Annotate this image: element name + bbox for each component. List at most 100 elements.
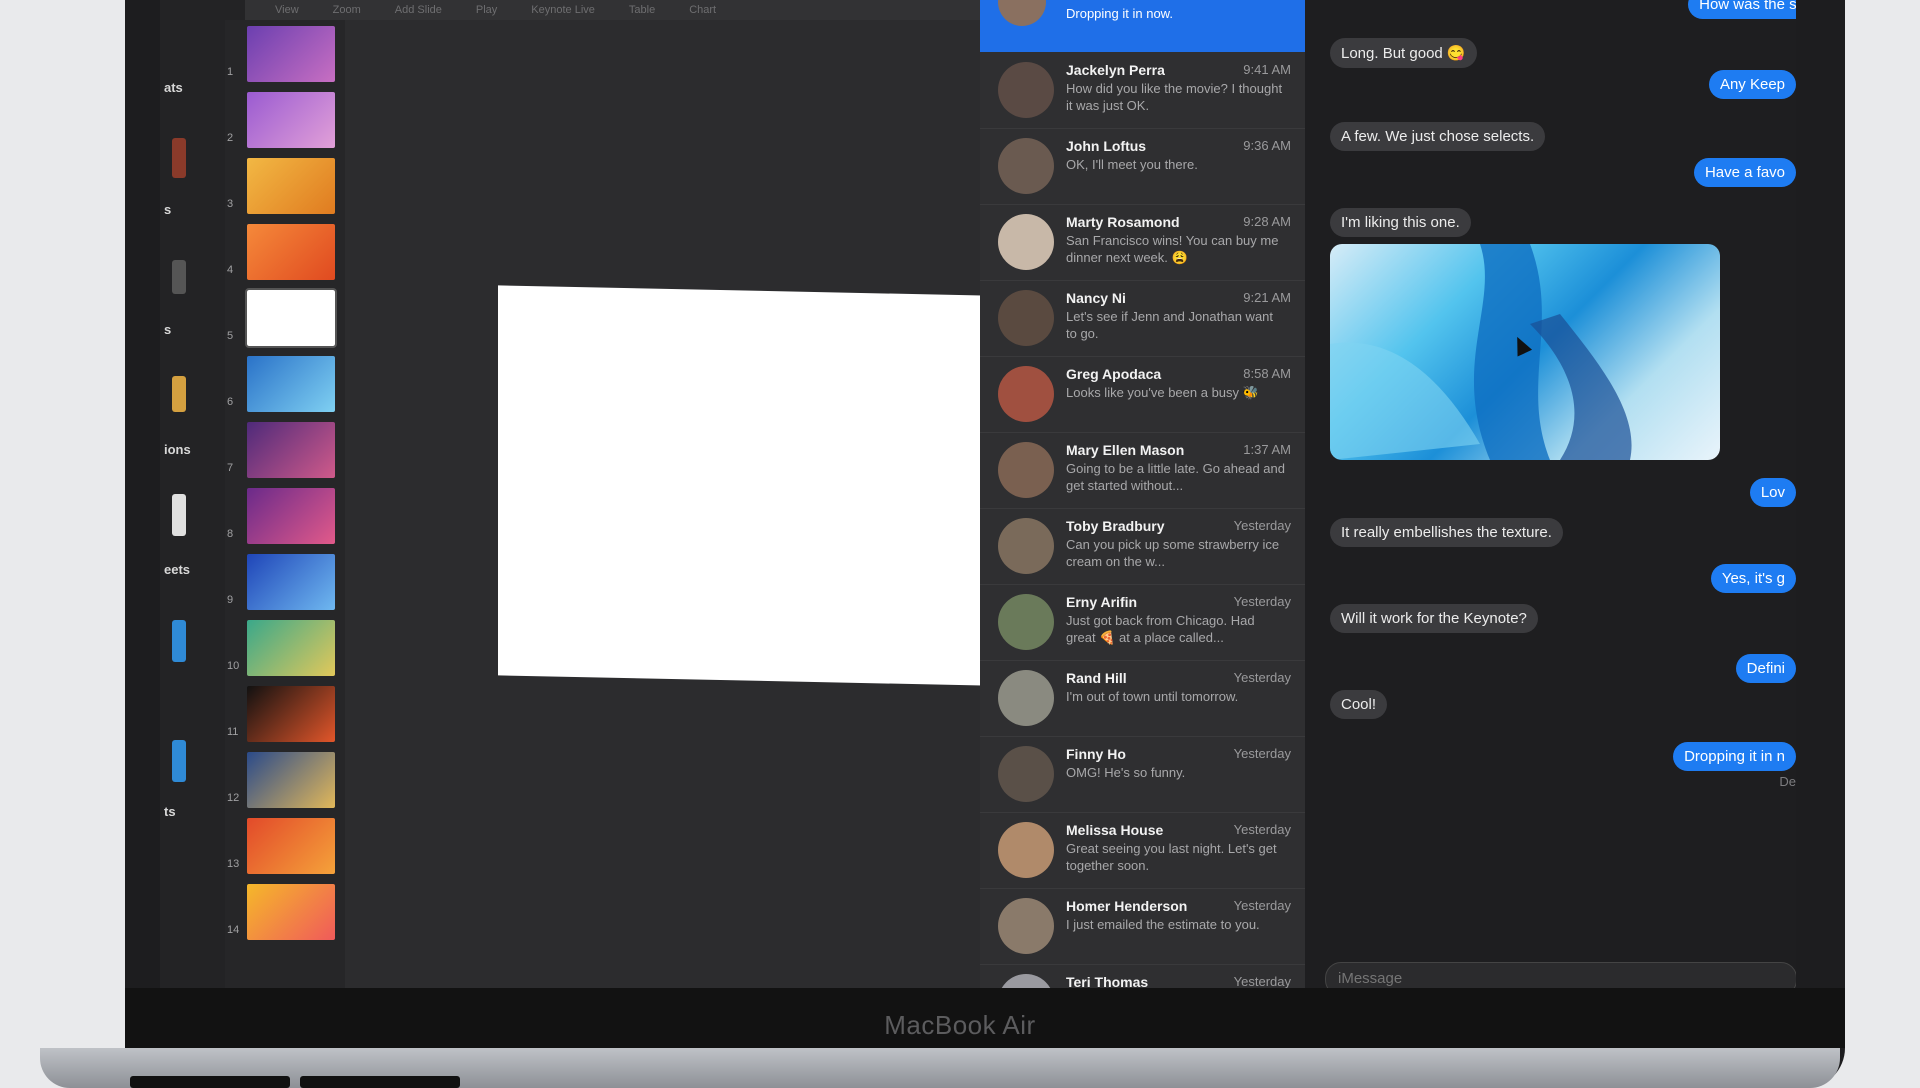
slide-number: 2 [227, 132, 234, 144]
slide-number: 8 [227, 528, 234, 540]
keyboard-key [300, 1076, 460, 1088]
slide-number: 14 [227, 924, 240, 936]
strip-label: eets [164, 562, 191, 577]
toolbar-add-slide[interactable]: Add Slide [395, 4, 442, 16]
app-icon[interactable] [172, 494, 186, 536]
incoming-message: A few. We just chose selects. [1330, 122, 1546, 151]
slide-thumbnail[interactable] [247, 26, 335, 82]
outgoing-message: Dropping it in n [1673, 742, 1796, 771]
toolbar-keynote-live[interactable]: Keynote Live [531, 4, 595, 16]
slide-thumbnail[interactable] [247, 686, 335, 742]
avatar [998, 138, 1054, 194]
strip-label: ts [164, 804, 176, 819]
conversation-row[interactable]: John Loftus 9:36 AM OK, I'll meet you ther… [980, 128, 1305, 205]
slide-number: 11 [227, 726, 239, 738]
message-preview: Great seeing you last night. Let's get t… [1066, 841, 1277, 873]
outgoing-message: Defini [1735, 654, 1796, 683]
avatar [998, 0, 1046, 26]
conversation-list: Dropping it in now. Jackelyn Perra 9:41 A… [980, 0, 1305, 988]
outgoing-message: Any Keep [1708, 70, 1796, 99]
avatar [998, 746, 1054, 802]
outgoing-message: Have a favo [1693, 158, 1796, 187]
message-time: Yesterday [1233, 898, 1291, 913]
conversation-row[interactable]: Teri Thomas Yesterday [980, 964, 1305, 988]
slide-thumbnail[interactable] [247, 884, 335, 940]
message-time: 1:37 AM [1243, 442, 1291, 457]
avatar [998, 214, 1054, 270]
strip-label: ions [164, 442, 191, 457]
message-time: 8:58 AM [1243, 366, 1291, 381]
conversation-active[interactable]: Dropping it in now. [980, 0, 1305, 52]
slide-navigator: 1 2 3 4 5 6 7 8 9 10 11 12 13 14 [225, 20, 345, 988]
message-preview: San Francisco wins! You can buy me dinne… [1066, 233, 1279, 265]
avatar [998, 290, 1054, 346]
conversation-row[interactable]: Nancy Ni 9:21 AM Let's see if Jenn and Jon… [980, 280, 1305, 357]
conversation-row[interactable]: Greg Apodaca 8:58 AM Looks like you've bee… [980, 356, 1305, 433]
conversation-row[interactable]: Toby Bradbury Yesterday Can you pick up so… [980, 508, 1305, 585]
incoming-message: It really embellishes the texture. [1330, 518, 1563, 547]
message-time: 9:41 AM [1243, 62, 1291, 77]
app-icon[interactable] [172, 740, 186, 782]
slide-thumbnail[interactable] [247, 818, 335, 874]
active-preview: Dropping it in now. [1066, 6, 1173, 21]
slide-number: 7 [227, 462, 234, 474]
slide-number: 6 [227, 396, 234, 408]
slide-thumbnail[interactable] [247, 752, 335, 808]
contact-name: Jackelyn Perra [1066, 62, 1165, 78]
contact-name: Rand Hill [1066, 670, 1127, 686]
slide-number: 12 [227, 792, 240, 804]
slide-thumbnail[interactable] [247, 422, 335, 478]
conversation-row[interactable]: Jackelyn Perra 9:41 AM How did you like th… [980, 52, 1305, 129]
strip-label: s [164, 322, 172, 337]
conversation-row[interactable]: Marty Rosamond 9:28 AM San Francisco wins!… [980, 204, 1305, 281]
contact-name: Erny Arifin [1066, 594, 1138, 610]
app-icon[interactable] [172, 620, 186, 662]
contact-name: Greg Apodaca [1066, 366, 1162, 382]
toolbar-view[interactable]: View [275, 4, 299, 16]
conversation-row[interactable]: Finny Ho Yesterday OMG! He's so funny. [980, 736, 1305, 813]
contact-name: Finny Ho [1066, 746, 1126, 762]
conversation-row[interactable]: Homer Henderson Yesterday I just emailed t… [980, 888, 1305, 965]
slide-thumbnail[interactable] [247, 92, 335, 148]
device-brand: MacBook Air [884, 1010, 1036, 1040]
message-time: Yesterday [1233, 670, 1291, 685]
toolbar-play[interactable]: Play [476, 4, 497, 16]
incoming-message: I'm liking this one. [1330, 208, 1471, 237]
slide-thumbnail[interactable] [247, 554, 335, 610]
slide-thumbnail[interactable] [247, 620, 335, 676]
app-icon[interactable] [172, 138, 186, 178]
slide-thumbnail[interactable] [247, 356, 335, 412]
message-time: Yesterday [1233, 518, 1291, 533]
slide-thumbnail[interactable] [247, 224, 335, 280]
message-preview: How did you like the movie? I thought it… [1066, 81, 1283, 113]
app-icon[interactable] [172, 376, 186, 412]
slide-thumbnail[interactable] [247, 158, 335, 214]
incoming-message: Cool! [1330, 690, 1388, 719]
message-input-bar[interactable] [1325, 962, 1796, 988]
message-preview: Looks like you've been a busy 🐝 [1066, 385, 1259, 400]
slide-number: 9 [227, 594, 234, 606]
toolbar-table[interactable]: Table [629, 4, 655, 16]
contact-name: Marty Rosamond [1066, 214, 1180, 230]
message-time: Yesterday [1233, 594, 1291, 609]
slide-number: 1 [227, 66, 234, 78]
message-time: Yesterday [1233, 822, 1291, 837]
app-icon[interactable] [172, 260, 186, 294]
conversation-row[interactable]: Rand Hill Yesterday I'm out of town until … [980, 660, 1305, 737]
toolbar-chart[interactable]: Chart [689, 4, 716, 16]
outgoing-message: How was the sh [1688, 0, 1796, 19]
slide-thumbnail[interactable] [245, 288, 337, 348]
keynote-window: ats s s ions eets ts View Zoom Add Slide… [160, 0, 1131, 988]
message-preview: I'm out of town until tomorrow. [1066, 689, 1239, 704]
message-input[interactable] [1326, 963, 1750, 988]
slide-thumbnail[interactable] [247, 488, 335, 544]
conversation-row[interactable]: Erny Arifin Yesterday Just got back from C… [980, 584, 1305, 661]
conversation-row[interactable]: Melissa House Yesterday Great seeing you l… [980, 812, 1305, 889]
toolbar-zoom[interactable]: Zoom [333, 4, 361, 16]
conversation-row[interactable]: Mary Ellen Mason 1:37 AM Going to be a lit… [980, 432, 1305, 509]
message-preview: OK, I'll meet you there. [1066, 157, 1198, 172]
strip-label: s [164, 202, 172, 217]
message-preview: Just got back from Chicago. Had great 🍕 … [1066, 613, 1255, 645]
strip-label: ats [164, 80, 183, 95]
avatar [998, 670, 1054, 726]
